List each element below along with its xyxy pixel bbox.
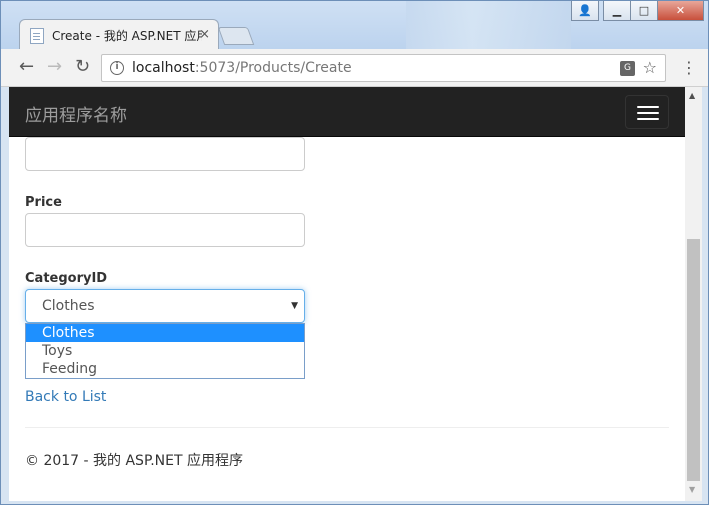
site-navbar: 应用程序名称 <box>9 87 685 137</box>
url-path: :5073/Products/Create <box>194 60 352 76</box>
category-select[interactable]: Clothes ▼ <box>25 289 305 323</box>
browser-tab-active[interactable]: Create - 我的 ASP.NET 应用程序 × <box>19 19 219 51</box>
close-window-button[interactable]: ✕ <box>657 1 704 21</box>
footer-text: © 2017 - 我的 ASP.NET 应用程序 <box>25 453 243 469</box>
category-option[interactable]: Clothes <box>26 324 304 342</box>
desktop-background-glimpse <box>406 1 571 49</box>
navbar-toggle-button[interactable] <box>625 95 669 129</box>
category-selected-value: Clothes <box>42 298 95 314</box>
back-to-list-link[interactable]: Back to List <box>25 389 106 405</box>
category-dropdown-list: Clothes Toys Feeding <box>25 323 305 379</box>
translate-icon[interactable]: G <box>620 61 635 76</box>
footer-divider <box>25 427 669 428</box>
category-label: CategoryID <box>25 271 108 286</box>
hamburger-bar-icon <box>637 106 659 108</box>
new-tab-button[interactable] <box>217 27 255 45</box>
maximize-button[interactable]: □ <box>630 1 658 21</box>
page-viewport: 应用程序名称 Price CategoryID Clothes ▼ Clothe… <box>9 87 685 501</box>
page-scrollbar[interactable]: ▲ ▼ <box>685 87 702 501</box>
scroll-down-arrow-icon[interactable]: ▼ <box>689 485 695 494</box>
price-input[interactable] <box>25 213 305 247</box>
info-icon[interactable]: i <box>110 61 124 75</box>
category-option[interactable]: Feeding <box>26 360 304 378</box>
minimize-button[interactable]: ▁ <box>603 1 631 21</box>
tab-title: Create - 我的 ASP.NET 应用程序 <box>52 29 202 43</box>
browser-window: Create - 我的 ASP.NET 应用程序 × 👤 ▁ □ ✕ ← → ↻… <box>0 0 709 505</box>
scroll-up-arrow-icon[interactable]: ▲ <box>689 91 695 100</box>
page-document-icon <box>30 27 44 44</box>
reload-icon[interactable]: ↻ <box>75 58 90 76</box>
forward-arrow-icon[interactable]: → <box>47 58 62 76</box>
back-arrow-icon[interactable]: ← <box>19 58 34 76</box>
bookmark-star-icon[interactable]: ☆ <box>643 58 657 77</box>
scrollbar-thumb[interactable] <box>687 239 700 481</box>
browser-menu-icon[interactable]: ⋮ <box>681 58 697 77</box>
address-bar[interactable]: i localhost:5073/Products/Create G ☆ <box>101 54 666 82</box>
user-profile-button[interactable]: 👤 <box>571 1 599 21</box>
close-tab-icon[interactable]: × <box>199 27 210 42</box>
name-input[interactable] <box>25 137 305 171</box>
hamburger-bar-icon <box>637 112 659 114</box>
browser-toolbar: ← → ↻ i localhost:5073/Products/Create G… <box>1 49 708 87</box>
url-host: localhost <box>132 60 195 76</box>
dropdown-arrow-icon: ▼ <box>291 301 298 311</box>
hamburger-bar-icon <box>637 118 659 120</box>
site-brand-link[interactable]: 应用程序名称 <box>25 101 127 126</box>
category-option[interactable]: Toys <box>26 342 304 360</box>
price-label: Price <box>25 195 62 210</box>
tab-strip: Create - 我的 ASP.NET 应用程序 × 👤 ▁ □ ✕ <box>1 1 708 51</box>
